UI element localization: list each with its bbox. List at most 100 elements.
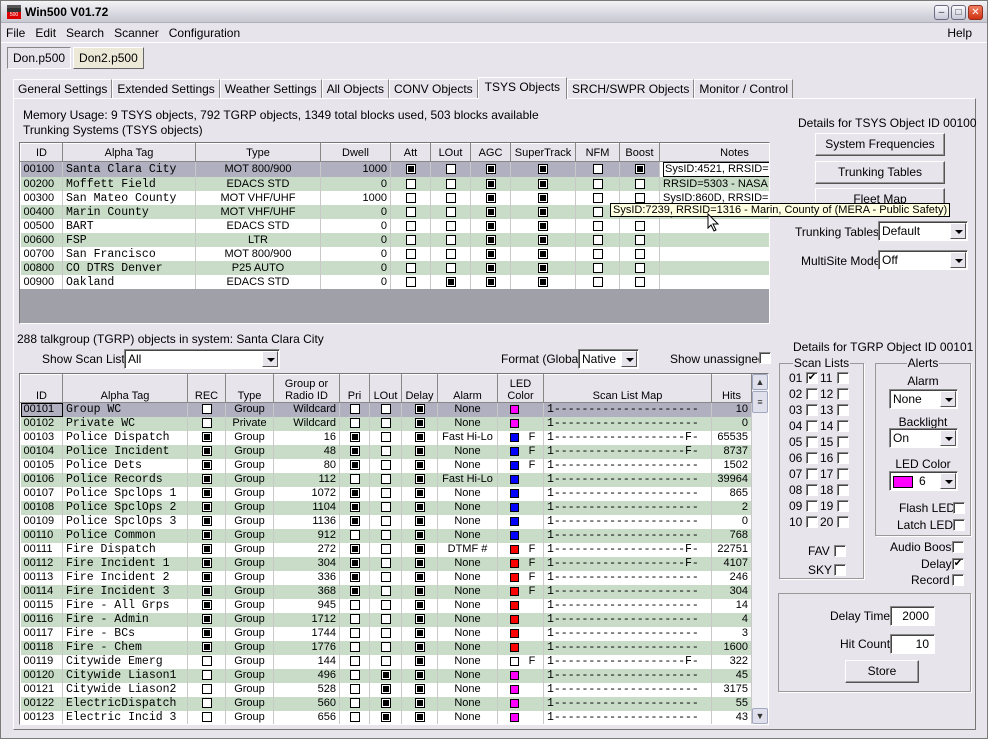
lout-checkbox[interactable] <box>380 684 391 695</box>
tgrp-row[interactable]: 00114 Fire Incident 3 Group 368 None F 1------… <box>20 584 752 599</box>
pri-checkbox[interactable] <box>349 502 360 513</box>
hit-count-input[interactable]: 10 <box>890 634 935 654</box>
scan-list-checkbox[interactable] <box>806 468 818 480</box>
tsys-row[interactable]: 00100 Santa Clara City MOT 800/900 1000 SysI… <box>20 161 769 177</box>
lout-checkbox[interactable] <box>380 404 391 415</box>
lout-checkbox[interactable] <box>380 432 391 443</box>
lout-checkbox[interactable] <box>380 418 391 429</box>
lout-checkbox[interactable] <box>380 544 391 555</box>
lout-checkbox[interactable] <box>445 220 456 231</box>
scan-list-checkbox[interactable] <box>806 452 818 464</box>
tgrp-row[interactable]: 00104 Police Incident Group 48 None F 1-------… <box>20 444 752 459</box>
tgrp-row[interactable]: 00109 Police SpclOps 3 Group 1136 None 1-----… <box>20 514 752 529</box>
att-checkbox[interactable] <box>405 234 416 245</box>
tgrp-row[interactable]: 00122 ElectricDispatch Group 560 None 1------… <box>20 696 752 711</box>
delay-checkbox[interactable] <box>414 432 425 443</box>
pri-checkbox[interactable] <box>349 432 360 443</box>
agc-checkbox[interactable] <box>485 220 496 231</box>
rec-checkbox[interactable] <box>201 530 212 541</box>
scan-list-checkbox[interactable] <box>837 516 849 528</box>
tgrp-row[interactable]: 00111 Fire Dispatch Group 272 DTMF # F 1------… <box>20 542 752 557</box>
rec-checkbox[interactable] <box>201 670 212 681</box>
tab-tsys-objects[interactable]: TSYS Objects <box>477 77 568 99</box>
delay-checkbox[interactable] <box>414 698 425 709</box>
att-checkbox[interactable] <box>405 248 416 259</box>
tgrp-row[interactable]: 00117 Fire - BCs Group 1744 None 1-----------… <box>20 626 752 641</box>
delay-checkbox[interactable] <box>414 614 425 625</box>
file-tab-don2[interactable]: Don2.p500 <box>73 47 144 69</box>
tsys-col-header[interactable]: LOut <box>430 143 471 162</box>
boost-checkbox[interactable] <box>634 192 645 203</box>
show-scan-list-select[interactable]: All <box>124 349 280 369</box>
tgrp-row[interactable]: 00123 Electric Incid 3 Group 656 None 1------… <box>20 710 752 724</box>
delay-checkbox[interactable] <box>414 460 425 471</box>
scan-list-checkbox[interactable] <box>806 420 818 432</box>
lout-checkbox[interactable] <box>380 656 391 667</box>
delay-checkbox[interactable] <box>414 404 425 415</box>
att-checkbox[interactable] <box>405 192 416 203</box>
tab-conv-objects[interactable]: CONV Objects <box>388 79 478 99</box>
tgrp-row[interactable]: 00106 Police Records Group 112 Fast Hi-Lo 1--… <box>20 472 752 487</box>
lout-checkbox[interactable] <box>380 642 391 653</box>
supertrack-checkbox[interactable] <box>538 206 548 217</box>
supertrack-checkbox[interactable] <box>538 248 548 259</box>
boost-checkbox[interactable] <box>634 164 645 175</box>
agc-checkbox[interactable] <box>485 206 496 217</box>
rec-checkbox[interactable] <box>201 446 212 457</box>
file-tab-don[interactable]: Don.p500 <box>7 47 72 69</box>
tgrp-row[interactable]: 00103 Police Dispatch Group 16 Fast Hi-Lo F 1-… <box>20 430 752 445</box>
delay-checkbox[interactable] <box>414 586 425 597</box>
scan-list-checkbox[interactable] <box>837 436 849 448</box>
format-select[interactable]: Native <box>578 349 639 369</box>
tsys-col-header[interactable]: ID <box>20 143 63 162</box>
sky-checkbox[interactable] <box>834 564 846 576</box>
scan-list-checkbox[interactable] <box>806 436 818 448</box>
delay-checkbox[interactable] <box>414 418 425 429</box>
rec-checkbox[interactable] <box>201 698 212 709</box>
multisite-mode-select[interactable]: Off <box>878 250 968 270</box>
lout-checkbox[interactable] <box>445 178 456 189</box>
pri-checkbox[interactable] <box>349 460 360 471</box>
tgrp-scrollbar[interactable]: ▲ ≡ ▼ <box>752 374 768 724</box>
record-checkbox[interactable] <box>952 574 964 586</box>
lout-checkbox[interactable] <box>445 234 456 245</box>
tsys-col-header[interactable]: Att <box>390 143 431 162</box>
rec-checkbox[interactable] <box>201 712 212 723</box>
pri-checkbox[interactable] <box>349 670 360 681</box>
tgrp-row[interactable]: 00116 Fire - Admin Group 1712 None 1---------… <box>20 612 752 627</box>
delay-checkbox[interactable] <box>414 530 425 541</box>
delay-checkbox[interactable] <box>414 558 425 569</box>
rec-checkbox[interactable] <box>201 404 212 415</box>
pri-checkbox[interactable] <box>349 474 360 485</box>
rec-checkbox[interactable] <box>201 432 212 443</box>
scan-list-checkbox[interactable] <box>837 388 849 400</box>
lout-checkbox[interactable] <box>380 516 391 527</box>
lout-checkbox[interactable] <box>380 614 391 625</box>
rec-checkbox[interactable] <box>201 488 212 499</box>
scan-list-checkbox[interactable] <box>837 452 849 464</box>
nfm-checkbox[interactable] <box>592 276 603 287</box>
tab-weather-settings[interactable]: Weather Settings <box>219 79 322 99</box>
nfm-checkbox[interactable] <box>592 178 603 189</box>
supertrack-checkbox[interactable] <box>538 276 548 287</box>
nfm-checkbox[interactable] <box>592 220 603 231</box>
tgrp-row[interactable]: 00102 Private WC Private Wildcard None 1-----… <box>20 416 752 431</box>
menu-edit[interactable]: Edit <box>30 26 61 40</box>
agc-checkbox[interactable] <box>485 178 496 189</box>
pri-checkbox[interactable] <box>349 600 360 611</box>
rec-checkbox[interactable] <box>201 502 212 513</box>
pri-checkbox[interactable] <box>349 684 360 695</box>
tgrp-row[interactable]: 00101 Group WC Group Wildcard None 1---------… <box>20 402 752 417</box>
rec-checkbox[interactable] <box>201 572 212 583</box>
scan-list-checkbox[interactable]: ✔ <box>806 372 818 384</box>
delay-checkbox[interactable] <box>414 684 425 695</box>
delay-checkbox[interactable] <box>414 446 425 457</box>
pri-checkbox[interactable] <box>349 516 360 527</box>
lout-checkbox[interactable] <box>445 192 456 203</box>
pri-checkbox[interactable] <box>349 572 360 583</box>
att-checkbox[interactable] <box>405 220 416 231</box>
lout-checkbox[interactable] <box>445 206 456 217</box>
nfm-checkbox[interactable] <box>592 164 603 175</box>
att-checkbox[interactable] <box>405 262 416 273</box>
pri-checkbox[interactable] <box>349 488 360 499</box>
